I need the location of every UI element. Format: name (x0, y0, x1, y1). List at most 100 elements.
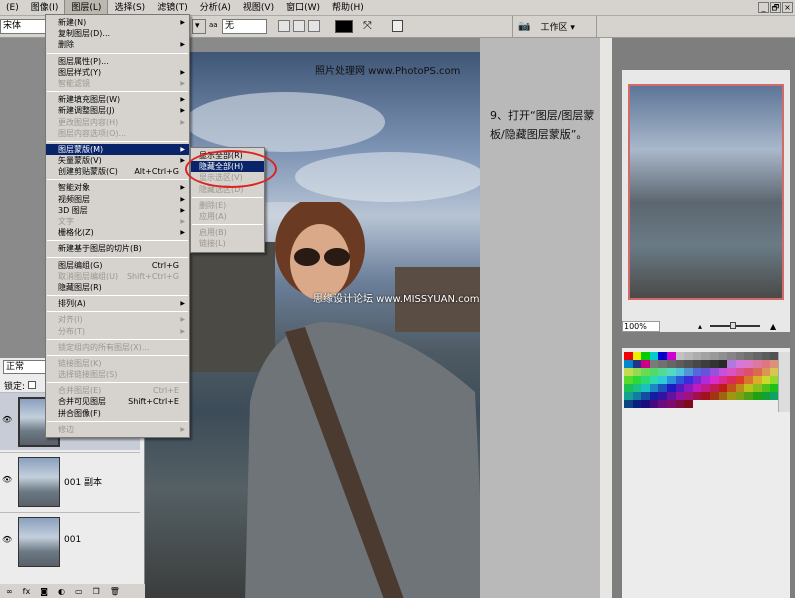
color-swatch[interactable] (666, 368, 676, 376)
color-swatch[interactable] (727, 368, 736, 376)
color-swatch[interactable] (752, 352, 762, 360)
color-swatch[interactable] (675, 352, 685, 360)
color-swatch[interactable] (632, 384, 642, 392)
color-swatch[interactable] (752, 360, 762, 368)
menu-item[interactable]: 新建调整图层(J) ▶ (46, 105, 189, 116)
color-swatch[interactable] (632, 368, 642, 376)
color-swatch[interactable] (624, 384, 633, 392)
color-swatch[interactable] (666, 376, 676, 384)
color-swatch[interactable] (684, 352, 693, 360)
menu-item[interactable]: 删除(E) (191, 200, 264, 211)
color-swatch[interactable] (709, 384, 719, 392)
menu-item[interactable]: 创建剪贴蒙版(C) Alt+Ctrl+G (46, 166, 189, 177)
menu-7[interactable]: 窗口(W) (280, 0, 326, 16)
color-swatch[interactable] (641, 360, 650, 368)
align-left-icon[interactable] (278, 20, 290, 32)
color-swatch[interactable] (692, 368, 702, 376)
color-swatch[interactable] (701, 384, 710, 392)
color-swatch[interactable] (735, 376, 745, 384)
menu-item[interactable]: 分布(T) ▶ (46, 326, 189, 337)
menu-item[interactable]: 图层编组(G) Ctrl+G (46, 260, 189, 271)
color-swatch[interactable] (658, 384, 667, 392)
zoom-field[interactable]: 100% (622, 320, 660, 332)
color-swatch[interactable] (727, 392, 736, 400)
menu-item[interactable]: 合并可见图层 Shift+Ctrl+E (46, 396, 189, 407)
color-swatch[interactable] (692, 376, 702, 384)
color-swatch[interactable] (641, 368, 650, 376)
color-swatch[interactable] (624, 360, 633, 368)
color-swatch[interactable] (735, 384, 745, 392)
menu-item[interactable]: 3D 图层 ▶ (46, 205, 189, 216)
color-swatch[interactable] (624, 368, 633, 376)
color-swatch[interactable] (701, 360, 710, 368)
menu-item[interactable]: 图层蒙版(M) ▶ (46, 143, 189, 156)
menu-item[interactable]: 修边 ▶ (46, 424, 189, 435)
menu-item[interactable]: 拼合图像(F) (46, 408, 189, 419)
menu-5[interactable]: 分析(A) (194, 0, 237, 16)
menu-item[interactable]: 取消图层编组(U) Shift+Ctrl+G (46, 271, 189, 282)
align-right-icon[interactable] (308, 20, 320, 32)
menu-item[interactable]: 选择链接图层(S) (46, 369, 189, 380)
menu-item[interactable]: 新建填充图层(W) ▶ (46, 94, 189, 105)
color-swatch[interactable] (752, 368, 762, 376)
color-swatch[interactable] (727, 376, 736, 384)
color-swatch[interactable] (649, 392, 659, 400)
color-swatch[interactable] (632, 376, 642, 384)
menu-item[interactable]: 排列(A) ▶ (46, 298, 189, 309)
color-swatch[interactable] (641, 392, 650, 400)
layer-name[interactable]: 001 副本 (64, 475, 102, 488)
color-swatch[interactable] (718, 376, 728, 384)
color-swatch[interactable] (666, 384, 676, 392)
color-swatch[interactable] (684, 376, 693, 384)
color-swatch[interactable] (684, 392, 693, 400)
menu-item[interactable]: 图层内容选项(O)... (46, 128, 189, 139)
color-swatch[interactable] (658, 400, 667, 408)
color-swatch[interactable] (658, 360, 667, 368)
palettes-icon[interactable] (392, 20, 403, 32)
zoom-out-icon[interactable]: ▴ (698, 322, 702, 331)
color-swatch[interactable] (735, 368, 745, 376)
font-family-select[interactable]: 宋体 (0, 19, 50, 34)
color-swatch[interactable] (709, 368, 719, 376)
color-swatch[interactable] (709, 376, 719, 384)
color-swatch[interactable] (675, 400, 685, 408)
menu-item[interactable]: 文字 ▶ (46, 216, 189, 227)
color-swatch[interactable] (692, 392, 702, 400)
color-swatch[interactable] (727, 384, 736, 392)
menu-item[interactable]: 锁定组内的所有图层(X)... (46, 342, 189, 353)
color-swatch[interactable] (761, 352, 771, 360)
color-swatch[interactable] (624, 376, 633, 384)
warp-text-icon[interactable]: ⤧ (363, 19, 372, 33)
text-color-swatch[interactable] (335, 20, 353, 33)
layer-row[interactable]: 👁 001 副本 (0, 452, 140, 510)
color-swatch[interactable] (701, 376, 710, 384)
swatches-scrollbar[interactable] (778, 352, 790, 412)
color-swatch[interactable] (658, 368, 667, 376)
color-swatch[interactable] (624, 400, 633, 408)
visibility-eye-icon[interactable]: 👁 (2, 415, 14, 425)
color-swatch[interactable] (675, 384, 685, 392)
color-swatch[interactable] (709, 392, 719, 400)
visibility-eye-icon[interactable]: 👁 (2, 535, 14, 545)
color-swatch[interactable] (666, 352, 676, 360)
color-swatch[interactable] (701, 368, 710, 376)
color-swatch[interactable] (718, 384, 728, 392)
color-swatch[interactable] (761, 368, 771, 376)
color-swatch[interactable] (727, 352, 736, 360)
color-swatch[interactable] (632, 400, 642, 408)
color-swatch[interactable] (718, 360, 728, 368)
menu-item[interactable]: 矢量蒙版(V) ▶ (46, 155, 189, 166)
antialias-select[interactable]: 无 (222, 19, 267, 34)
color-swatch[interactable] (761, 392, 771, 400)
color-swatch[interactable] (675, 360, 685, 368)
fx-icon[interactable]: fx (23, 587, 31, 596)
add-mask-icon[interactable]: ◙ (40, 587, 48, 596)
color-swatch[interactable] (735, 360, 745, 368)
menu-item[interactable]: 隐藏图层(R) (46, 282, 189, 293)
color-swatch[interactable] (709, 352, 719, 360)
menu-item[interactable]: 新建(N) ▶ (46, 17, 189, 28)
color-swatch[interactable] (744, 376, 753, 384)
visibility-eye-icon[interactable]: 👁 (2, 475, 14, 485)
document-canvas[interactable]: 照片处理网 www.PhotoPS.com 思缘设计论坛 www.MISSYUA… (145, 52, 480, 598)
trash-icon[interactable]: 🗑 (110, 587, 120, 596)
